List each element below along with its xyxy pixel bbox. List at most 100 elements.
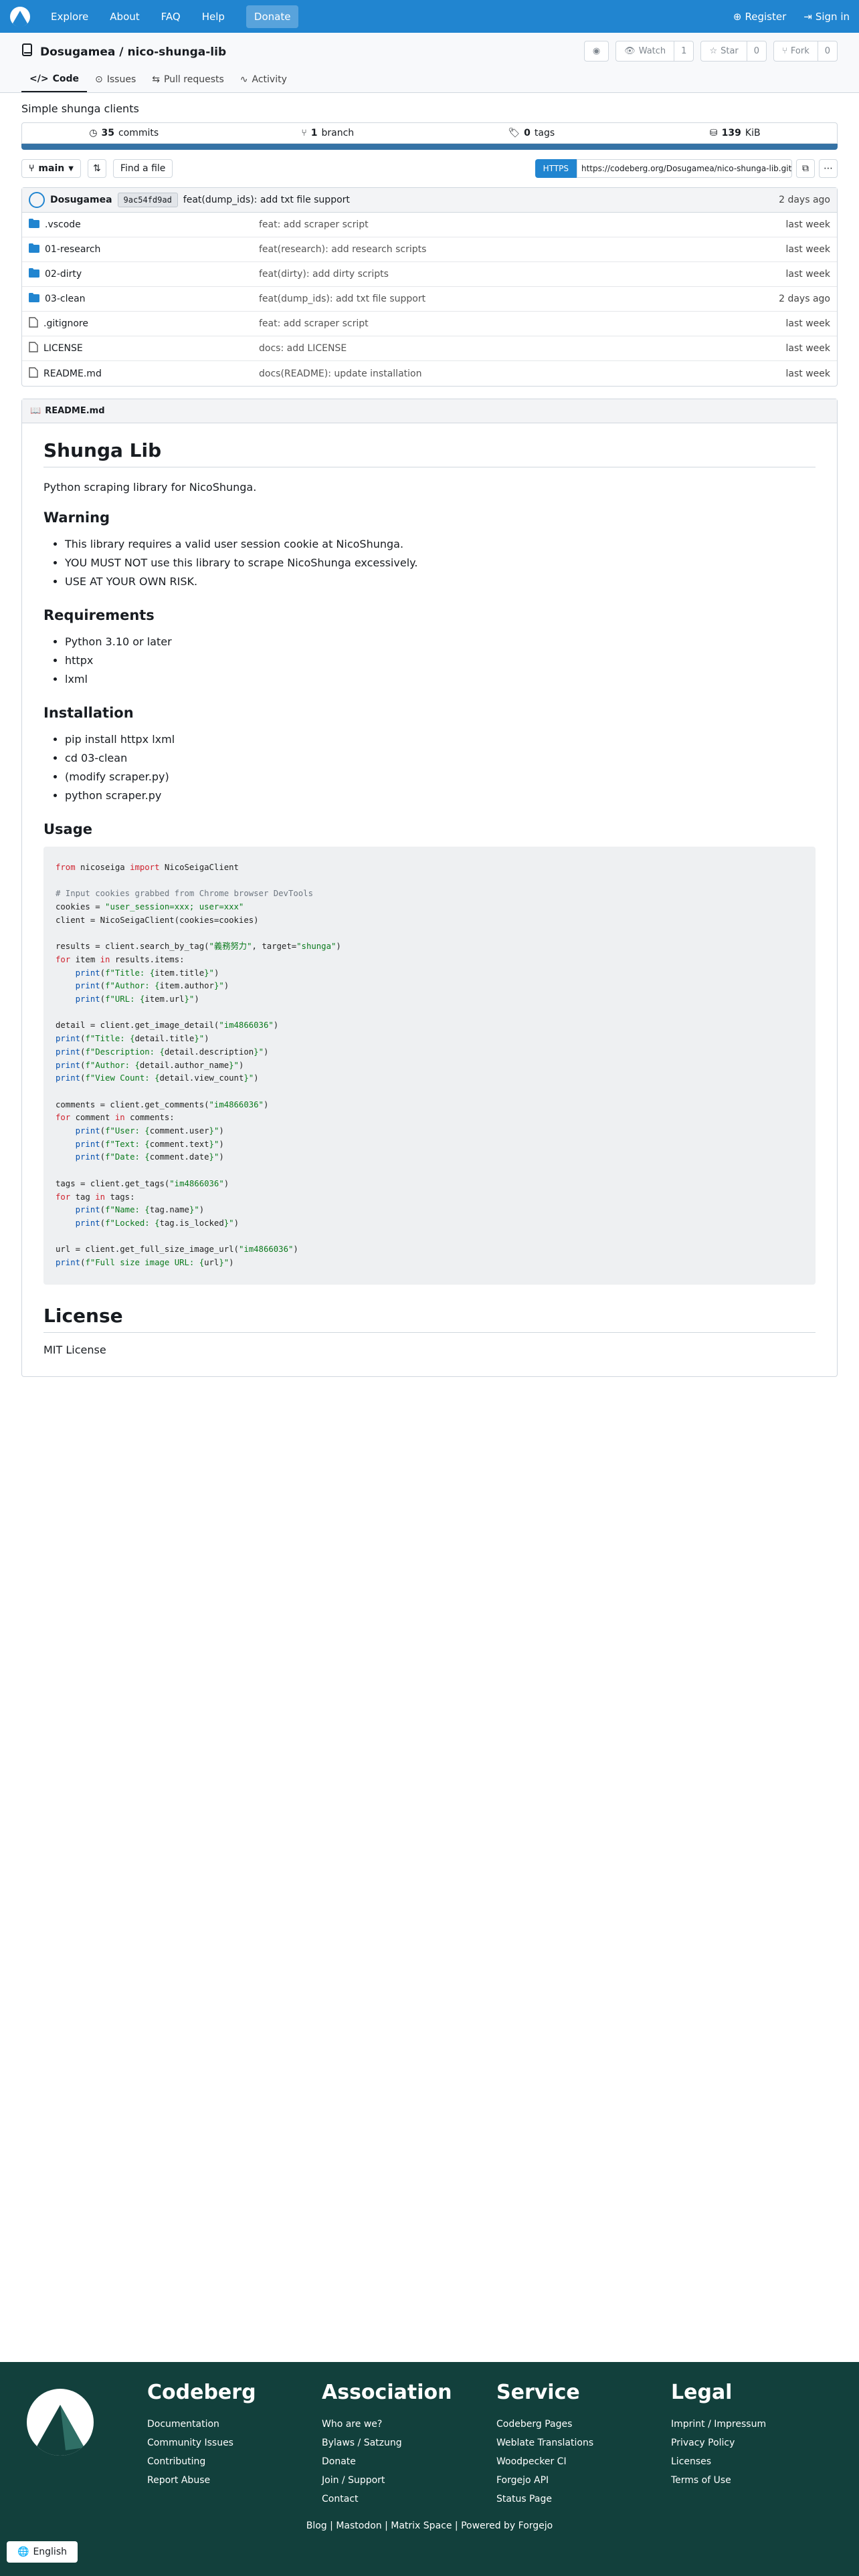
tab-pull-requests[interactable]: ⇆ Pull requests: [144, 68, 232, 92]
commits-stat[interactable]: ◷ 35 commits: [22, 123, 226, 143]
footer-link[interactable]: Status Page: [496, 2490, 593, 2508]
copy-url-button[interactable]: ⧉: [796, 159, 815, 178]
footer-link[interactable]: Donate: [322, 2452, 452, 2471]
star-count[interactable]: 0: [747, 41, 766, 61]
compare-button[interactable]: ⇅: [87, 159, 106, 178]
file-name-cell[interactable]: README.md: [29, 366, 259, 381]
footer-link[interactable]: Join / Support: [322, 2471, 452, 2490]
clone-url-input[interactable]: https://codeberg.org/Dosugamea/nico-shun…: [577, 159, 792, 178]
footer-link[interactable]: Codeberg Pages: [496, 2415, 593, 2434]
watch-count[interactable]: 1: [674, 41, 693, 61]
file-name[interactable]: LICENSE: [43, 343, 83, 354]
file-name[interactable]: .gitignore: [43, 318, 88, 329]
tags-stat[interactable]: 🏷 0 tags: [430, 123, 634, 143]
find-file-button[interactable]: Find a file: [112, 159, 173, 178]
file-commit-message[interactable]: feat(dump_ids): add txt file support: [259, 294, 779, 304]
copy-icon: ⧉: [802, 163, 809, 174]
tab-code-label: Code: [52, 74, 79, 84]
file-name[interactable]: 01-research: [45, 244, 100, 255]
file-name-cell[interactable]: 02-dirty: [29, 268, 259, 280]
footer-link[interactable]: Contributing: [147, 2452, 256, 2471]
footer-link[interactable]: Licenses: [671, 2452, 766, 2471]
nav-explore[interactable]: Explore: [51, 0, 88, 33]
register-link[interactable]: ⊕ Register: [733, 11, 786, 23]
repo-title: Dosugamea / nico-shunga-lib: [21, 43, 226, 60]
nav-about[interactable]: About: [110, 0, 139, 33]
footer-link[interactable]: Report Abuse: [147, 2471, 256, 2490]
repo-owner-link[interactable]: Dosugamea: [40, 45, 115, 59]
tab-issues[interactable]: ⊙ Issues: [87, 68, 144, 92]
code-icon: </>: [29, 74, 49, 84]
branch-icon: ⑂: [301, 128, 307, 138]
nav-donate[interactable]: Donate: [246, 0, 299, 33]
file-commit-message[interactable]: docs: add LICENSE: [259, 343, 786, 354]
commit-message[interactable]: feat(dump_ids): add txt file support: [183, 195, 350, 205]
book-icon: 📖: [30, 406, 41, 416]
file-name-cell[interactable]: 01-research: [29, 243, 259, 255]
commit-author[interactable]: Dosugamea: [50, 195, 112, 205]
tab-activity[interactable]: ∿ Activity: [232, 68, 295, 92]
readme-intro: Python scraping library for NicoShunga.: [43, 481, 257, 494]
footer-link[interactable]: Woodpecker CI: [496, 2452, 593, 2471]
rss-button[interactable]: ◉: [583, 41, 609, 62]
readme-filename[interactable]: README.md: [45, 406, 104, 416]
codeberg-logo-icon[interactable]: [9, 6, 31, 27]
list-item: pip install httpx lxml: [65, 730, 816, 749]
footer-link[interactable]: Community Issues: [147, 2434, 256, 2452]
footer-link[interactable]: Privacy Policy: [671, 2434, 766, 2452]
watch-label: Watch: [638, 46, 666, 56]
footer-link[interactable]: Weblate Translations: [496, 2434, 593, 2452]
file-name[interactable]: 03-clean: [45, 294, 86, 304]
nav-help[interactable]: Help: [202, 0, 225, 33]
footer-link[interactable]: Forgejo API: [496, 2471, 593, 2490]
file-commit-date: last week: [785, 269, 831, 280]
watch-button[interactable]: 👁 Watch 1: [615, 41, 694, 62]
nav-faq[interactable]: FAQ: [161, 0, 181, 33]
file-commit-message[interactable]: feat: add scraper script: [259, 318, 786, 329]
tab-code[interactable]: </> Code: [21, 68, 87, 92]
footer-link[interactable]: Terms of Use: [671, 2471, 766, 2490]
file-name[interactable]: README.md: [43, 368, 102, 379]
repo-header: Dosugamea / nico-shunga-lib ◉ 👁 Watch 1 ☆ S…: [0, 33, 859, 93]
https-button[interactable]: HTTPS: [535, 159, 577, 178]
file-commit-message[interactable]: feat(research): add research scripts: [259, 244, 786, 255]
footer-link[interactable]: Bylaws / Satzung: [322, 2434, 452, 2452]
avatar[interactable]: [29, 192, 45, 208]
fork-button[interactable]: ⑂ Fork 0: [773, 41, 838, 62]
file-commit-message[interactable]: feat: add scraper script: [259, 219, 786, 230]
repo-stats: ◷ 35 commits ⑂ 1 branch 🏷 0 tags ⛁ 139 KiB: [21, 122, 838, 144]
file-name[interactable]: 02-dirty: [45, 269, 82, 280]
fork-count[interactable]: 0: [818, 41, 837, 61]
footer-link[interactable]: Documentation: [147, 2415, 256, 2434]
language-bar[interactable]: [21, 144, 838, 150]
readme-panel: 📖 README.md Shunga Lib Python scraping li…: [21, 399, 838, 1377]
file-commit-message[interactable]: feat(dirty): add dirty scripts: [259, 269, 786, 280]
footer-heading-codeberg: Codeberg: [147, 2381, 256, 2404]
history-icon: ◷: [89, 128, 98, 138]
donate-button[interactable]: Donate: [246, 5, 299, 28]
file-name-cell[interactable]: 03-clean: [29, 293, 259, 305]
file-commit-date: 2 days ago: [779, 294, 830, 304]
star-button[interactable]: ☆ Star 0: [700, 41, 767, 62]
file-name[interactable]: .vscode: [45, 219, 81, 230]
file-name-cell[interactable]: .gitignore: [29, 317, 259, 330]
footer-link[interactable]: Who are we?: [322, 2415, 452, 2434]
commit-date: 2 days ago: [779, 195, 830, 205]
repo-actions: ◉ 👁 Watch 1 ☆ Star 0 ⑂ Fork 0: [583, 41, 838, 62]
table-row: 02-dirty feat(dirty): add dirty scripts la…: [22, 262, 837, 287]
file-commit-message[interactable]: docs(README): update installation: [259, 368, 786, 379]
file-name-cell[interactable]: .vscode: [29, 219, 259, 231]
footer-bottom-links[interactable]: Blog | Mastodon | Matrix Space | Powered…: [0, 2520, 859, 2531]
commit-sha[interactable]: 9ac54fd9ad: [117, 193, 178, 207]
footer-link[interactable]: Contact: [322, 2490, 452, 2508]
branch-dropdown[interactable]: ⑂ main ▼: [21, 159, 81, 178]
signin-link[interactable]: ⇥ Sign in: [803, 11, 850, 23]
more-options-button[interactable]: ⋯: [819, 159, 838, 178]
file-table: Dosugamea 9ac54fd9ad feat(dump_ids): add…: [21, 187, 838, 387]
file-name-cell[interactable]: LICENSE: [29, 342, 259, 355]
branch-stat[interactable]: ⑂ 1 branch: [226, 123, 430, 143]
language-selector[interactable]: 🌐 English: [7, 2541, 78, 2563]
footer-link[interactable]: Imprint / Impressum: [671, 2415, 766, 2434]
branch-icon: ⑂: [29, 163, 35, 174]
repo-name-link[interactable]: nico-shunga-lib: [127, 45, 226, 59]
